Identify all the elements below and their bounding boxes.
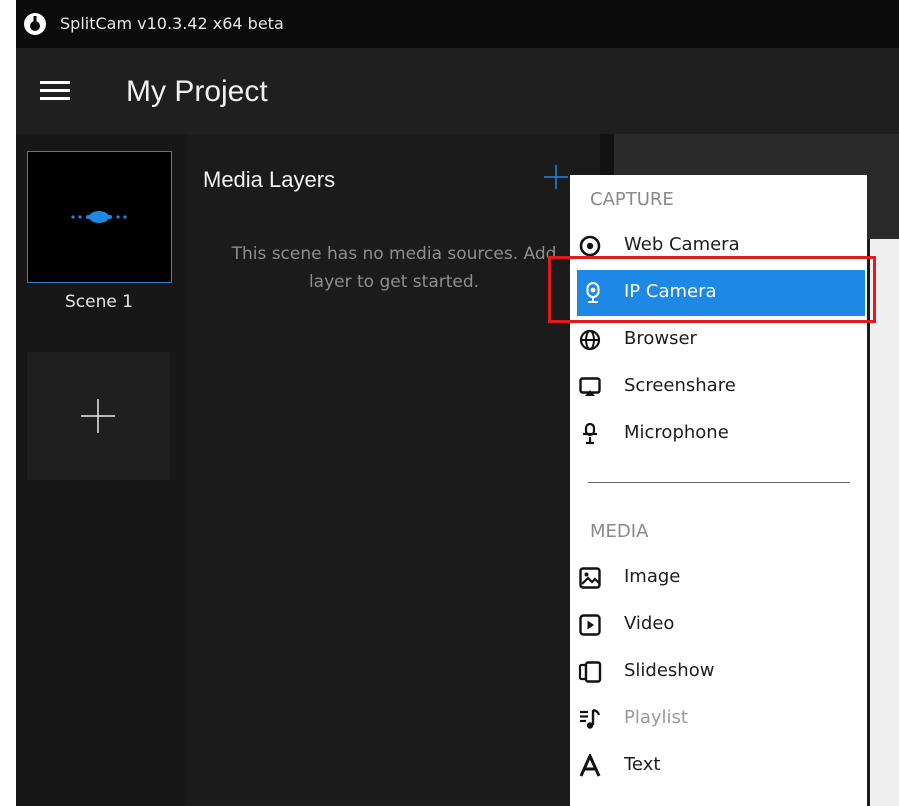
video-icon [579,614,601,636]
app-header: My Project [16,48,899,134]
menu-item-label: Playlist [624,707,688,728]
menu-item-image[interactable]: Image [570,555,867,601]
menu-item-browser[interactable]: Browser [570,317,867,363]
scene-label: Scene 1 [64,292,134,312]
menu-item-ip-camera[interactable]: IP Camera [577,270,865,316]
plus-icon [81,399,115,433]
menu-item-label: Video [624,613,675,634]
microphone-icon [583,422,597,445]
menu-hamburger-icon[interactable] [40,78,70,102]
menu-item-microphone[interactable]: Microphone [570,411,867,457]
menu-item-label: IP Camera [624,281,717,302]
menu-item-web-camera[interactable]: Web Camera [570,223,867,269]
slideshow-icon [578,661,602,683]
menu-item-playlist[interactable]: Playlist [570,696,867,742]
menu-item-label: Slideshow [624,660,715,681]
text-icon [579,754,601,777]
scene-preview-icon [71,211,127,223]
ip-camera-icon [586,282,600,303]
scenes-panel: Scene 1 [16,134,186,806]
preview-area [870,239,899,806]
menu-item-text[interactable]: Text [570,743,867,789]
menu-item-label: Microphone [624,422,729,443]
project-title: My Project [126,75,268,108]
window-title: SplitCam v10.3.42 x64 beta [60,14,284,33]
add-layer-plus-icon[interactable] [543,164,569,190]
add-scene-button[interactable] [27,352,170,480]
image-icon [579,567,601,589]
menu-item-slideshow[interactable]: Slideshow [570,649,867,695]
menu-item-label: Browser [624,328,697,349]
empty-layers-message: This scene has no media sources. Add lay… [231,244,557,292]
menu-item-label: Web Camera [624,234,740,255]
menu-item-screenshare[interactable]: Screenshare [570,364,867,410]
capture-section-header: CAPTURE [590,189,674,210]
splitcam-logo-icon [24,13,46,35]
playlist-icon [580,708,601,729]
menu-separator [588,482,850,483]
media-section-header: MEDIA [590,521,649,542]
menu-item-video[interactable]: Video [570,602,867,648]
scene-thumbnail[interactable] [27,151,172,283]
add-layer-dropdown-menu: CAPTURE Web Camera IP Camera Browser Scr… [570,175,867,806]
webcam-icon [579,235,601,257]
title-bar: SplitCam v10.3.42 x64 beta [16,0,899,48]
media-layers-panel: Media Layers This scene has no media sou… [186,134,600,806]
menu-item-label: Image [624,566,681,587]
screenshare-icon [579,377,601,396]
globe-icon [579,329,601,351]
menu-item-label: Screenshare [624,375,736,396]
media-layers-title: Media Layers [203,167,336,192]
menu-item-label: Text [624,754,661,775]
